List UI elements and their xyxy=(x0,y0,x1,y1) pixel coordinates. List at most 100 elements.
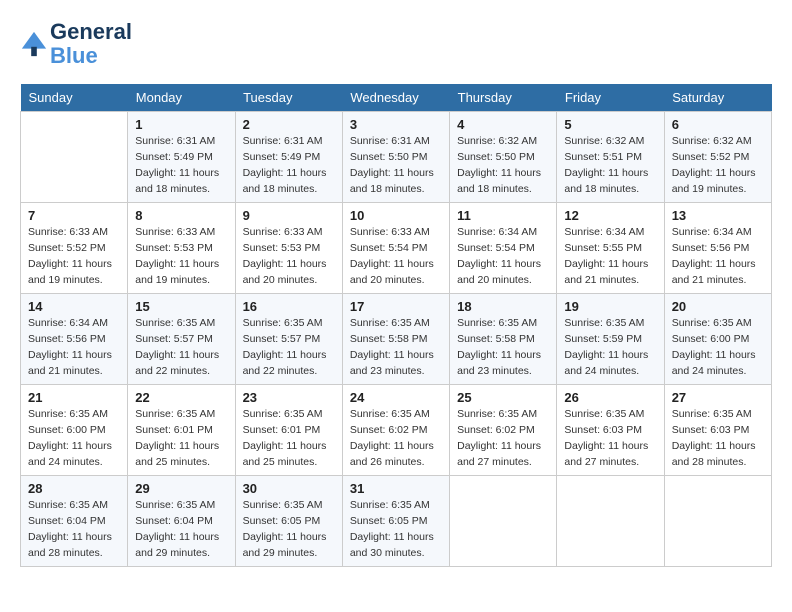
calendar-cell: 25 Sunrise: 6:35 AM Sunset: 6:02 PM Dayli… xyxy=(450,385,557,476)
day-number: 15 xyxy=(135,299,227,314)
day-info: Sunrise: 6:35 AM Sunset: 6:03 PM Dayligh… xyxy=(564,407,656,470)
day-info: Sunrise: 6:31 AM Sunset: 5:49 PM Dayligh… xyxy=(135,134,227,197)
logo: General Blue xyxy=(20,20,132,68)
day-info: Sunrise: 6:35 AM Sunset: 6:05 PM Dayligh… xyxy=(243,498,335,561)
day-number: 19 xyxy=(564,299,656,314)
day-info: Sunrise: 6:35 AM Sunset: 5:57 PM Dayligh… xyxy=(135,316,227,379)
day-info: Sunrise: 6:35 AM Sunset: 5:58 PM Dayligh… xyxy=(457,316,549,379)
calendar-cell: 10Sunrise: 6:33 AM Sunset: 5:54 PM Dayli… xyxy=(342,203,449,294)
day-number: 12 xyxy=(564,208,656,223)
day-info: Sunrise: 6:34 AM Sunset: 5:56 PM Dayligh… xyxy=(672,225,764,288)
day-number: 4 xyxy=(457,117,549,132)
day-number: 5 xyxy=(564,117,656,132)
day-number: 16 xyxy=(243,299,335,314)
calendar-cell: 31 Sunrise: 6:35 AM Sunset: 6:05 PM Dayli… xyxy=(342,476,449,567)
day-number: 26 xyxy=(564,390,656,405)
day-number: 28 xyxy=(28,481,120,496)
day-info: Sunrise: 6:32 AM Sunset: 5:52 PM Dayligh… xyxy=(672,134,764,197)
day-number: 23 xyxy=(243,390,335,405)
calendar-cell: 12 Sunrise: 6:34 AM Sunset: 5:55 PM Dayli… xyxy=(557,203,664,294)
calendar-cell: 23 Sunrise: 6:35 AM Sunset: 6:01 PM Dayli… xyxy=(235,385,342,476)
weekday-header-sunday: Sunday xyxy=(21,84,128,112)
day-info: Sunrise: 6:34 AM Sunset: 5:56 PM Dayligh… xyxy=(28,316,120,379)
day-info: Sunrise: 6:35 AM Sunset: 5:59 PM Dayligh… xyxy=(564,316,656,379)
calendar-body: 1 Sunrise: 6:31 AM Sunset: 5:49 PM Daylig… xyxy=(21,112,772,567)
calendar-cell: 30Sunrise: 6:35 AM Sunset: 6:05 PM Dayli… xyxy=(235,476,342,567)
calendar-cell xyxy=(450,476,557,567)
calendar-cell: 22 Sunrise: 6:35 AM Sunset: 6:01 PM Dayli… xyxy=(128,385,235,476)
day-info: Sunrise: 6:35 AM Sunset: 6:01 PM Dayligh… xyxy=(135,407,227,470)
calendar-cell: 18 Sunrise: 6:35 AM Sunset: 5:58 PM Dayli… xyxy=(450,294,557,385)
day-number: 3 xyxy=(350,117,442,132)
day-info: Sunrise: 6:35 AM Sunset: 6:01 PM Dayligh… xyxy=(243,407,335,470)
calendar-cell: 9 Sunrise: 6:33 AM Sunset: 5:53 PM Daylig… xyxy=(235,203,342,294)
calendar-week-3: 14 Sunrise: 6:34 AM Sunset: 5:56 PM Dayli… xyxy=(21,294,772,385)
day-info: Sunrise: 6:35 AM Sunset: 6:05 PM Dayligh… xyxy=(350,498,442,561)
calendar-cell: 8 Sunrise: 6:33 AM Sunset: 5:53 PM Daylig… xyxy=(128,203,235,294)
day-number: 24 xyxy=(350,390,442,405)
day-number: 7 xyxy=(28,208,120,223)
calendar-cell: 26 Sunrise: 6:35 AM Sunset: 6:03 PM Dayli… xyxy=(557,385,664,476)
calendar-cell: 16 Sunrise: 6:35 AM Sunset: 5:57 PM Dayli… xyxy=(235,294,342,385)
day-number: 2 xyxy=(243,117,335,132)
logo-icon xyxy=(20,30,48,58)
day-number: 31 xyxy=(350,481,442,496)
day-number: 14 xyxy=(28,299,120,314)
day-info: Sunrise: 6:35 AM Sunset: 6:02 PM Dayligh… xyxy=(350,407,442,470)
calendar-cell: 13Sunrise: 6:34 AM Sunset: 5:56 PM Dayli… xyxy=(664,203,771,294)
calendar-header: SundayMondayTuesdayWednesdayThursdayFrid… xyxy=(21,84,772,112)
day-number: 9 xyxy=(243,208,335,223)
day-info: Sunrise: 6:35 AM Sunset: 6:04 PM Dayligh… xyxy=(135,498,227,561)
calendar-cell: 20Sunrise: 6:35 AM Sunset: 6:00 PM Dayli… xyxy=(664,294,771,385)
day-number: 1 xyxy=(135,117,227,132)
calendar-table: SundayMondayTuesdayWednesdayThursdayFrid… xyxy=(20,84,772,567)
day-number: 6 xyxy=(672,117,764,132)
calendar-cell xyxy=(21,112,128,203)
day-info: Sunrise: 6:32 AM Sunset: 5:51 PM Dayligh… xyxy=(564,134,656,197)
calendar-cell: 11 Sunrise: 6:34 AM Sunset: 5:54 PM Dayli… xyxy=(450,203,557,294)
weekday-header-thursday: Thursday xyxy=(450,84,557,112)
page-header: General Blue xyxy=(20,20,772,68)
calendar-cell: 19 Sunrise: 6:35 AM Sunset: 5:59 PM Dayli… xyxy=(557,294,664,385)
calendar-cell: 7 Sunrise: 6:33 AM Sunset: 5:52 PM Daylig… xyxy=(21,203,128,294)
calendar-cell: 28 Sunrise: 6:35 AM Sunset: 6:04 PM Dayli… xyxy=(21,476,128,567)
day-number: 17 xyxy=(350,299,442,314)
day-info: Sunrise: 6:31 AM Sunset: 5:49 PM Dayligh… xyxy=(243,134,335,197)
day-info: Sunrise: 6:35 AM Sunset: 5:57 PM Dayligh… xyxy=(243,316,335,379)
day-info: Sunrise: 6:33 AM Sunset: 5:52 PM Dayligh… xyxy=(28,225,120,288)
day-info: Sunrise: 6:35 AM Sunset: 5:58 PM Dayligh… xyxy=(350,316,442,379)
day-number: 29 xyxy=(135,481,227,496)
calendar-cell: 3Sunrise: 6:31 AM Sunset: 5:50 PM Daylig… xyxy=(342,112,449,203)
day-number: 25 xyxy=(457,390,549,405)
day-info: Sunrise: 6:34 AM Sunset: 5:55 PM Dayligh… xyxy=(564,225,656,288)
calendar-week-2: 7 Sunrise: 6:33 AM Sunset: 5:52 PM Daylig… xyxy=(21,203,772,294)
calendar-cell xyxy=(557,476,664,567)
day-number: 8 xyxy=(135,208,227,223)
day-number: 22 xyxy=(135,390,227,405)
day-number: 27 xyxy=(672,390,764,405)
day-info: Sunrise: 6:33 AM Sunset: 5:53 PM Dayligh… xyxy=(135,225,227,288)
weekday-header-monday: Monday xyxy=(128,84,235,112)
day-info: Sunrise: 6:35 AM Sunset: 6:02 PM Dayligh… xyxy=(457,407,549,470)
logo-text: General Blue xyxy=(50,20,132,68)
calendar-cell: 14 Sunrise: 6:34 AM Sunset: 5:56 PM Dayli… xyxy=(21,294,128,385)
calendar-week-5: 28 Sunrise: 6:35 AM Sunset: 6:04 PM Dayli… xyxy=(21,476,772,567)
day-number: 18 xyxy=(457,299,549,314)
weekday-header-row: SundayMondayTuesdayWednesdayThursdayFrid… xyxy=(21,84,772,112)
day-info: Sunrise: 6:33 AM Sunset: 5:53 PM Dayligh… xyxy=(243,225,335,288)
day-number: 11 xyxy=(457,208,549,223)
day-number: 10 xyxy=(350,208,442,223)
calendar-cell: 4 Sunrise: 6:32 AM Sunset: 5:50 PM Daylig… xyxy=(450,112,557,203)
calendar-cell: 6 Sunrise: 6:32 AM Sunset: 5:52 PM Daylig… xyxy=(664,112,771,203)
calendar-cell xyxy=(664,476,771,567)
day-info: Sunrise: 6:32 AM Sunset: 5:50 PM Dayligh… xyxy=(457,134,549,197)
weekday-header-tuesday: Tuesday xyxy=(235,84,342,112)
day-info: Sunrise: 6:35 AM Sunset: 6:00 PM Dayligh… xyxy=(28,407,120,470)
day-info: Sunrise: 6:35 AM Sunset: 6:03 PM Dayligh… xyxy=(672,407,764,470)
day-info: Sunrise: 6:35 AM Sunset: 6:04 PM Dayligh… xyxy=(28,498,120,561)
calendar-cell: 15 Sunrise: 6:35 AM Sunset: 5:57 PM Dayli… xyxy=(128,294,235,385)
calendar-cell: 24 Sunrise: 6:35 AM Sunset: 6:02 PM Dayli… xyxy=(342,385,449,476)
day-number: 20 xyxy=(672,299,764,314)
calendar-cell: 21Sunrise: 6:35 AM Sunset: 6:00 PM Dayli… xyxy=(21,385,128,476)
day-info: Sunrise: 6:34 AM Sunset: 5:54 PM Dayligh… xyxy=(457,225,549,288)
